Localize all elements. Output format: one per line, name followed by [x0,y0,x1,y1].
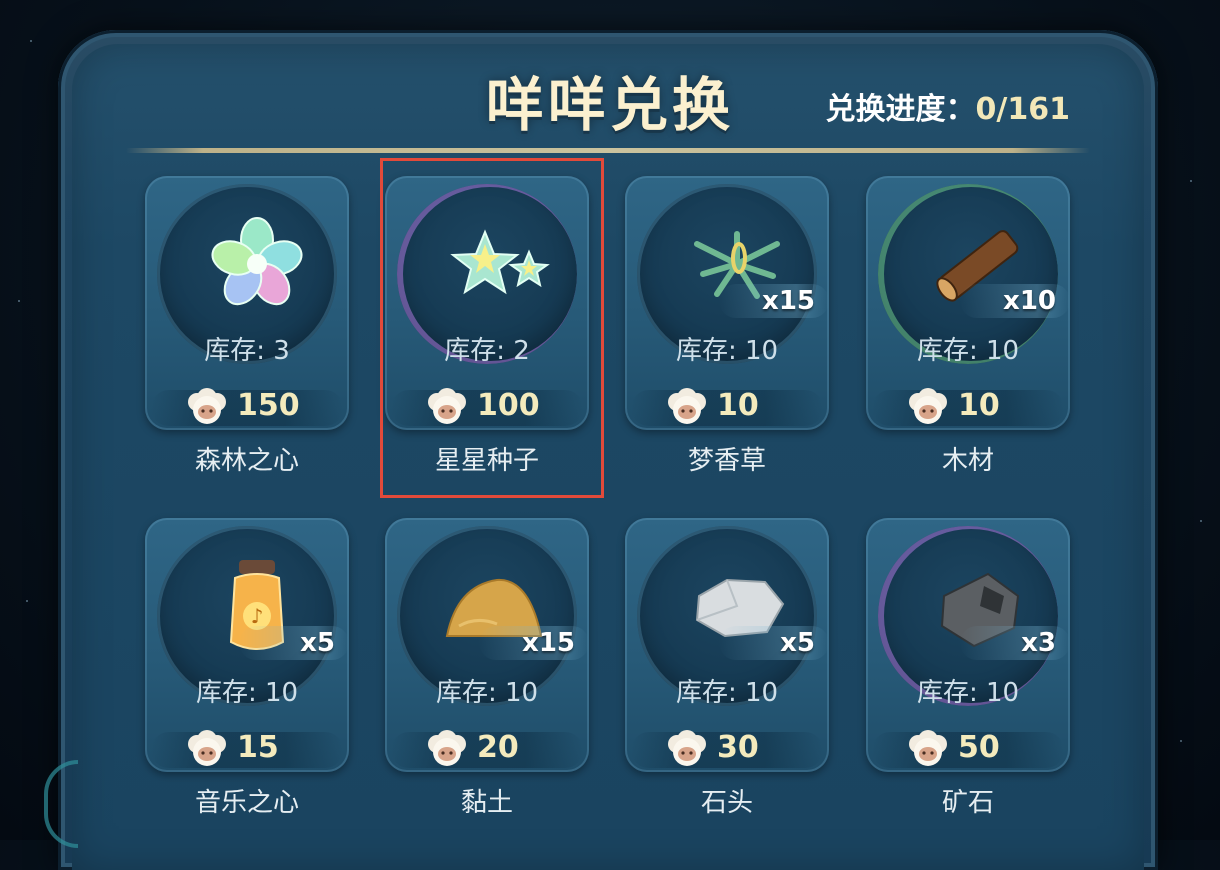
stock-prefix: 库存: [675,678,745,708]
item-stock: 库存: 10 [866,672,1070,709]
stock-value: 10 [744,678,779,708]
progress-label: 兑换进度： [825,92,976,127]
exchange-item-card[interactable]: x15 库存: 10 20 黏土 [385,518,589,818]
stock-value: 3 [273,336,290,366]
item-name: 梦香草 [687,446,766,476]
exchange-item-card[interactable]: x5 库存: 10 30 石头 [625,518,829,818]
item-quantity: x15 [762,286,815,316]
item-name: 音乐之心 [194,788,299,818]
sheep-coin-icon [187,388,227,426]
flower-icon [197,214,317,314]
stock-prefix: 库存: [916,336,986,366]
price-value: 10 [958,388,1000,423]
item-quantity: x10 [1003,286,1056,316]
selected-item-highlight [380,158,604,498]
stock-prefix: 库存: [195,678,265,708]
item-stock: 库存: 10 [866,330,1070,367]
item-price: 50 [866,728,1070,768]
item-price: 150 [145,386,349,426]
item-quantity: x5 [300,628,335,658]
item-name: 森林之心 [194,446,299,476]
item-quantity: x5 [780,628,815,658]
item-price: 10 [625,386,829,426]
exchange-item-card[interactable]: 库存: 3 150 森林之心 [145,176,349,476]
item-quantity: x15 [522,628,575,658]
price-value: 30 [717,730,759,765]
stock-value: 10 [985,336,1020,366]
price-value: 50 [958,730,1000,765]
price-value: 20 [477,730,519,765]
exchange-item-card[interactable]: x15 库存: 10 10 梦香草 [625,176,829,476]
stock-value: 10 [985,678,1020,708]
item-stock: 库存: 10 [385,672,589,709]
price-value: 150 [237,388,300,423]
sheep-coin-icon [908,388,948,426]
title-divider [126,148,1090,153]
item-stock: 库存: 3 [145,330,349,367]
price-value: 15 [237,730,279,765]
stock-prefix: 库存: [435,678,505,708]
item-price: 15 [145,728,349,768]
item-name: 黏土 [460,788,513,818]
item-stock: 库存: 10 [145,672,349,709]
sheep-coin-icon [427,730,467,768]
stock-prefix: 库存: [204,336,274,366]
stock-value: 10 [504,678,539,708]
exchange-item-card[interactable]: x3 库存: 10 50 矿石 [866,518,1070,818]
stock-prefix: 库存: [675,336,745,366]
sheep-coin-icon [908,730,948,768]
svg-text:♪: ♪ [251,604,264,628]
item-name: 矿石 [941,788,994,818]
exchange-progress: 兑换进度：0/161 [826,84,1070,128]
item-price: 20 [385,728,589,768]
exchange-item-card[interactable]: x10 库存: 10 10 木材 [866,176,1070,476]
stock-value: 10 [264,678,299,708]
sheep-coin-icon [667,730,707,768]
item-price: 10 [866,386,1070,426]
item-price: 30 [625,728,829,768]
sheep-coin-icon [187,730,227,768]
stock-value: 10 [744,336,779,366]
item-name: 石头 [700,788,753,818]
item-stock: 库存: 10 [625,330,829,367]
price-value: 10 [717,388,759,423]
progress-value: 0/161 [975,92,1070,127]
item-stock: 库存: 10 [625,672,829,709]
leaf-decoration [44,760,78,848]
stock-prefix: 库存: [916,678,986,708]
item-name: 木材 [941,446,994,476]
exchange-item-card[interactable]: ♪ x5 库存: 10 15 音乐之心 [145,518,349,818]
item-quantity: x3 [1021,628,1056,658]
sheep-coin-icon [667,388,707,426]
